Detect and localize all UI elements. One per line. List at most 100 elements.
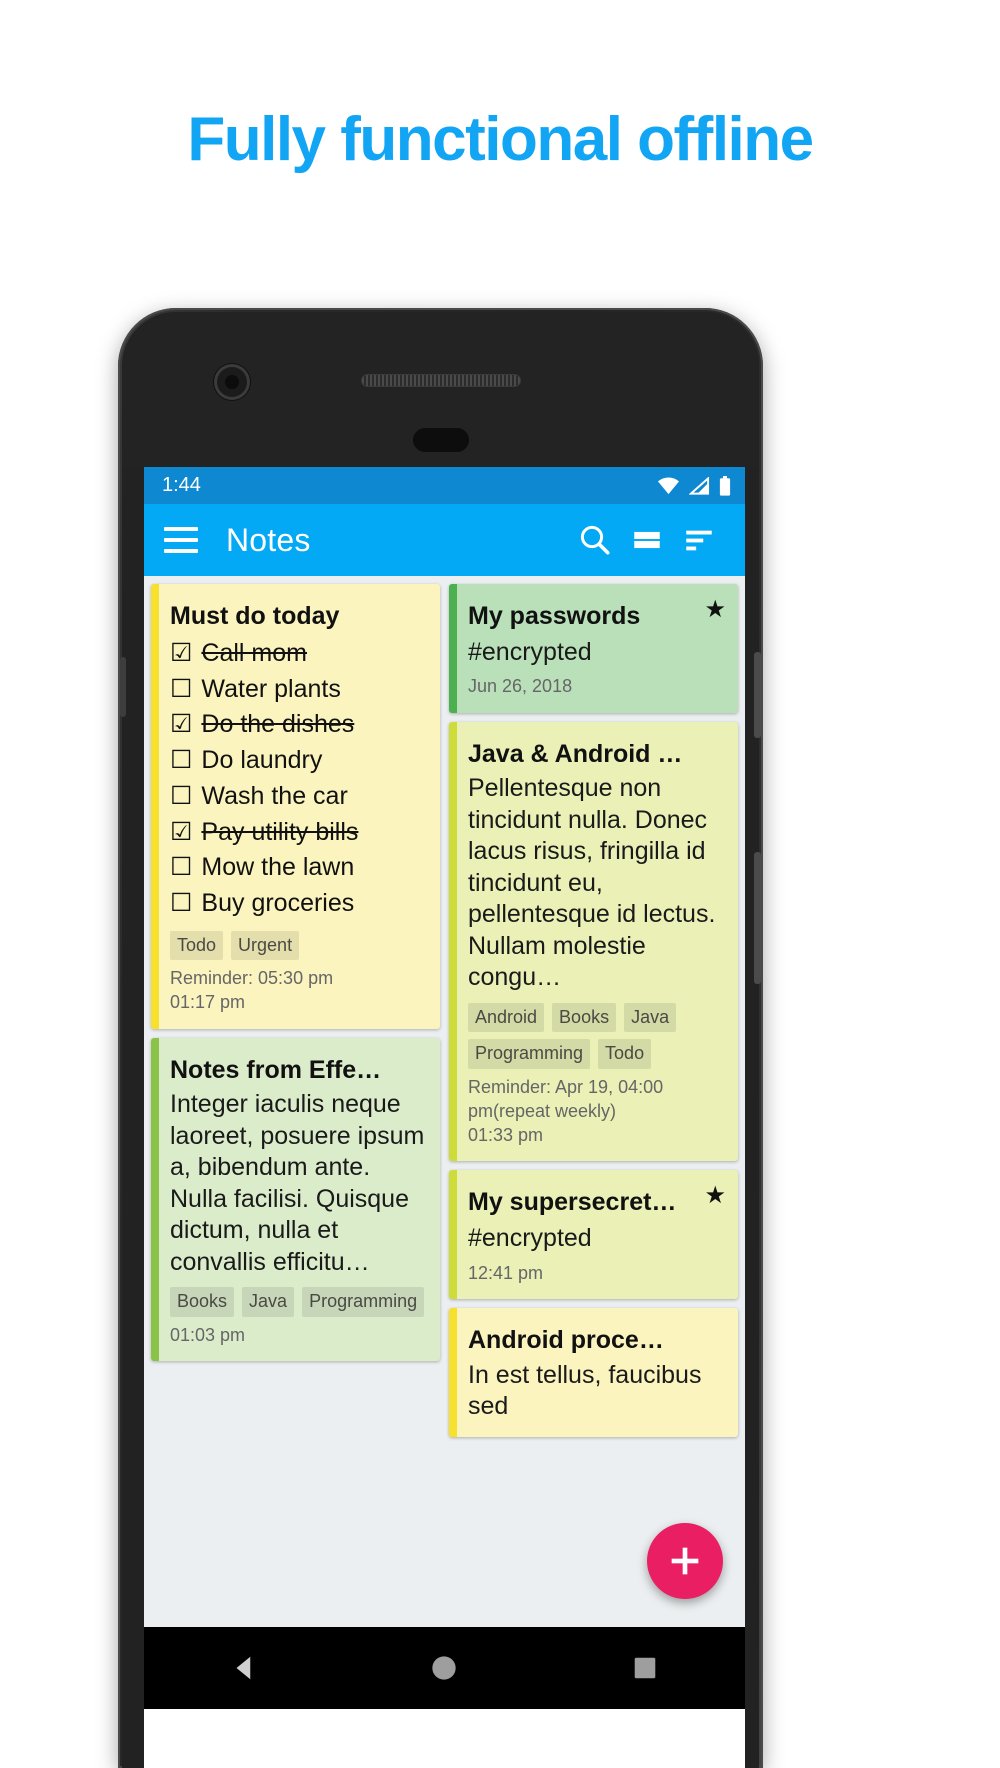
note-reminder: Reminder: 05:30 pm [170, 968, 334, 989]
hamburger-menu-icon[interactable] [164, 527, 198, 553]
star-icon[interactable]: ★ [704, 598, 726, 622]
notes-column-left: Must do today ☑ Call mom ☐ Water plants ☑ Do t… [151, 584, 440, 1627]
phone-top-bezel [122, 312, 759, 467]
checklist-item-label: Do laundry [201, 746, 323, 774]
note-timestamp: 01:33 pm [468, 1125, 544, 1146]
checklist-item[interactable]: ☐ Buy groceries [170, 886, 426, 922]
battery-icon [719, 475, 731, 496]
checklist-item-label: Water plants [201, 674, 341, 703]
recents-square-icon[interactable] [615, 1638, 675, 1698]
back-triangle-icon[interactable] [214, 1638, 274, 1698]
checkbox-unchecked-icon[interactable]: ☐ [170, 743, 192, 779]
note-tag[interactable]: Java [624, 1002, 677, 1033]
note-color-stripe [449, 584, 457, 713]
note-color-stripe [449, 721, 457, 1162]
note-card[interactable]: Notes from Effe… Integer iaculis neque la… [151, 1037, 440, 1362]
notes-column-right: ★ My passwords #encrypted Jun 26, 2018 Java … [449, 584, 738, 1627]
checkbox-checked-icon[interactable]: ☑ [170, 636, 192, 672]
checklist-item-label: Mow the lawn [201, 853, 355, 882]
checklist-item[interactable]: ☐ Water plants [170, 672, 426, 708]
note-tag[interactable]: Android [468, 1002, 545, 1033]
earpiece-speaker [360, 374, 521, 387]
note-title: My supersecret… [468, 1188, 677, 1217]
checklist-item[interactable]: ☐ Mow the lawn [170, 850, 426, 886]
note-body: In est tellus, faucibus sed [468, 1360, 702, 1421]
note-reminder: Reminder: Apr 19, 04:00 pm(repeat weekly… [468, 1076, 664, 1121]
home-circle-icon[interactable] [414, 1638, 474, 1698]
add-note-fab[interactable] [647, 1523, 723, 1599]
page-title: Fully functional offline [187, 105, 814, 174]
note-title: My passwords [468, 602, 641, 630]
note-body: #encrypted [468, 637, 592, 666]
search-icon[interactable] [569, 514, 621, 566]
app-bar: Notes [144, 504, 745, 576]
checkbox-unchecked-icon[interactable]: ☐ [170, 779, 192, 815]
checkbox-unchecked-icon[interactable]: ☐ [170, 672, 192, 708]
front-camera-icon [217, 367, 247, 397]
note-card[interactable]: Must do today ☑ Call mom ☐ Water plants ☑ Do t… [151, 584, 440, 1029]
notes-grid: Must do today ☑ Call mom ☐ Water plants ☑ Do t… [144, 576, 745, 1627]
note-tag[interactable]: Java [242, 1287, 295, 1317]
note-tag[interactable]: Todo [170, 930, 224, 961]
checklist-item-label: Pay utility bills [201, 817, 359, 846]
volume-button[interactable] [754, 852, 761, 984]
phone-screen: 1:44 Notes Must do today ☑ Call mom ☐ Wa… [144, 467, 745, 1627]
checklist-item[interactable]: ☐ Do laundry [170, 743, 426, 779]
power-button[interactable] [754, 652, 761, 738]
note-tag-list: Todo Urgent [170, 930, 426, 961]
checklist-item-label: Buy groceries [201, 889, 355, 917]
note-tag[interactable]: Books [170, 1287, 235, 1317]
phone-device-frame: 1:44 Notes Must do today ☑ Call mom ☐ Wa… [118, 308, 763, 1768]
note-timestamp: Jun 26, 2018 [468, 676, 573, 697]
checkbox-checked-icon[interactable]: ☑ [170, 815, 192, 851]
phone-bottom-bezel [144, 1709, 745, 1768]
note-color-stripe [449, 1170, 457, 1300]
signal-icon [689, 476, 710, 495]
sort-icon[interactable] [673, 514, 725, 566]
checkbox-checked-icon[interactable]: ☑ [170, 707, 192, 743]
left-side-button[interactable] [120, 657, 126, 717]
star-icon[interactable]: ★ [704, 1184, 726, 1208]
checklist-item[interactable]: ☑ Call mom [170, 636, 426, 672]
note-color-stripe [151, 1037, 159, 1362]
checklist-item[interactable]: ☑ Pay utility bills [170, 815, 426, 851]
wifi-icon [657, 477, 680, 494]
note-tag[interactable]: Books [552, 1002, 617, 1033]
note-timestamp: 12:41 pm [468, 1262, 544, 1283]
checkbox-unchecked-icon[interactable]: ☐ [170, 850, 192, 886]
note-color-stripe [151, 584, 159, 1029]
status-bar-icons [657, 475, 731, 496]
note-title: Android proce… [468, 1326, 664, 1355]
status-bar-clock: 1:44 [162, 474, 201, 496]
checklist-item-label: Do the dishes [201, 710, 355, 739]
note-title: Java & Android … [468, 739, 683, 768]
note-card[interactable]: ★ My supersecret… #encrypted 12:41 pm [449, 1170, 738, 1300]
note-card[interactable]: Android proce… In est tellus, faucibus se… [449, 1308, 738, 1437]
view-layout-icon[interactable] [621, 514, 673, 566]
note-body: Pellentesque non tincidunt nulla. Donec … [468, 774, 716, 992]
note-tag-list: Android Books Java Programming Todo [468, 1002, 724, 1069]
app-bar-title: Notes [226, 521, 311, 558]
phone-body: 1:44 Notes Must do today ☑ Call mom ☐ Wa… [120, 312, 761, 1768]
checklist-item[interactable]: ☑ Do the dishes [170, 707, 426, 743]
note-title: Notes from Effe… [170, 1055, 382, 1084]
plus-icon [671, 1547, 699, 1575]
sensor-cutout [412, 428, 469, 452]
checklist-item-label: Wash the car [201, 781, 348, 810]
checklist-item[interactable]: ☐ Wash the car [170, 779, 426, 815]
android-navigation-bar [144, 1627, 745, 1709]
note-tag-list: Books Java Programming [170, 1287, 426, 1317]
note-title: Must do today [170, 602, 340, 630]
note-timestamp: 01:03 pm [170, 1324, 246, 1345]
note-timestamp: 01:17 pm [170, 992, 246, 1013]
note-tag[interactable]: Programming [468, 1039, 591, 1069]
note-body: #encrypted [468, 1224, 592, 1253]
checkbox-unchecked-icon[interactable]: ☐ [170, 886, 192, 922]
note-card[interactable]: Java & Android … Pellentesque non tincidu… [449, 721, 738, 1162]
note-tag[interactable]: Todo [598, 1039, 652, 1069]
note-tag[interactable]: Programming [302, 1287, 425, 1317]
note-tag[interactable]: Urgent [231, 930, 300, 961]
note-card[interactable]: ★ My passwords #encrypted Jun 26, 2018 [449, 584, 738, 713]
status-bar: 1:44 [144, 467, 745, 504]
note-body: Integer iaculis neque laoreet, posuere i… [170, 1090, 425, 1276]
